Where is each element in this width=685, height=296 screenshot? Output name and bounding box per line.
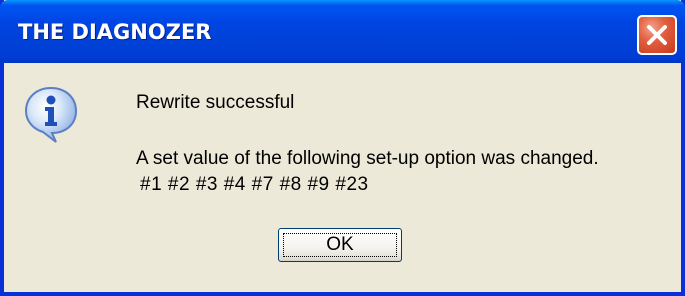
status-message: Rewrite successful <box>136 92 295 113</box>
close-icon <box>647 25 667 45</box>
info-icon <box>24 86 78 143</box>
dialog-window: THE DIAGNOZER Rewrite successful A set v… <box>0 0 685 296</box>
close-button[interactable] <box>637 15 677 55</box>
ok-button[interactable]: OK <box>278 228 402 262</box>
detail-message: A set value of the following set-up opti… <box>136 148 599 169</box>
dialog-body: Rewrite successful A set value of the fo… <box>4 63 681 292</box>
title-bar[interactable]: THE DIAGNOZER <box>0 0 685 63</box>
window-title: THE DIAGNOZER <box>18 20 212 44</box>
option-list: #1 #2 #3 #4 #7 #8 #9 #23 <box>140 174 369 195</box>
